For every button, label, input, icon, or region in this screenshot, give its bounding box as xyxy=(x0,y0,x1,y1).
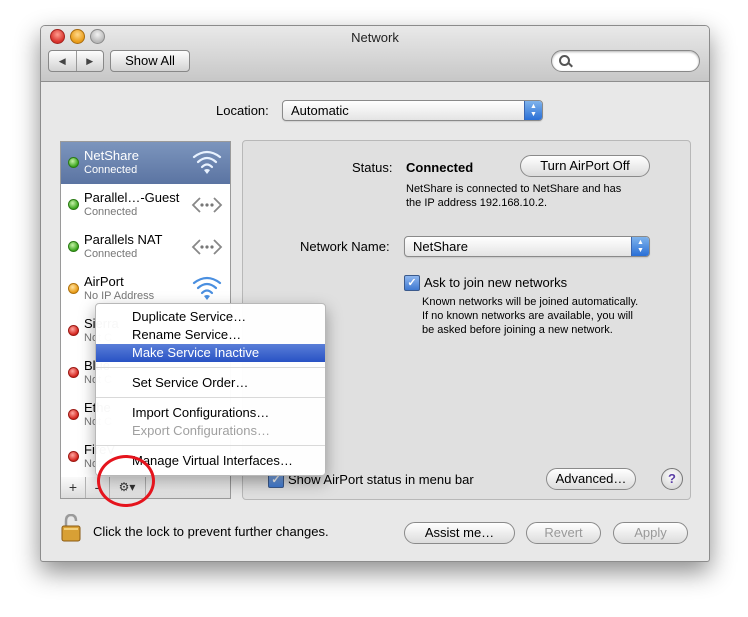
service-item-parallels-guest[interactable]: Parallel…-Guest Connected xyxy=(61,184,230,226)
wifi-icon xyxy=(192,276,222,300)
status-dot-icon xyxy=(68,157,79,168)
menu-item-set-service-order[interactable]: Set Service Order… xyxy=(96,374,325,392)
menu-item-make-service-inactive[interactable]: Make Service Inactive xyxy=(96,344,325,362)
ask-to-join-label: Ask to join new networks xyxy=(424,275,568,290)
status-description-line2: the IP address 192.168.10.2. xyxy=(406,197,548,209)
network-name-popup[interactable]: NetShare ▲ ▼ xyxy=(404,236,650,257)
back-forward-control[interactable]: ◀ ▶ xyxy=(48,50,104,72)
status-label: Status: xyxy=(352,160,393,175)
ethernet-arrows-icon xyxy=(191,197,223,213)
status-dot-icon xyxy=(68,451,79,462)
network-name-value: NetShare xyxy=(413,239,468,254)
title-bar: Network ◀ ▶ Show All xyxy=(41,26,709,82)
status-dot-icon xyxy=(68,283,79,294)
advanced-button[interactable]: Advanced… xyxy=(546,468,636,490)
add-service-button[interactable]: + xyxy=(61,477,86,498)
menu-item-export-configurations: Export Configurations… xyxy=(132,423,271,438)
service-name: NetShare xyxy=(84,148,139,163)
menu-item-rename-service[interactable]: Rename Service… xyxy=(96,326,325,344)
service-item-netshare[interactable]: NetShare Connected xyxy=(61,142,230,184)
search-field[interactable] xyxy=(551,50,700,72)
revert-button[interactable]: Revert xyxy=(526,522,601,544)
window-title: Network xyxy=(351,30,399,45)
service-status: Connected xyxy=(84,248,138,260)
status-value: Connected xyxy=(406,160,474,175)
lock-message: Click the lock to prevent further change… xyxy=(93,524,329,539)
back-arrow-icon[interactable]: ◀ xyxy=(49,51,77,71)
status-description-line1: NetShare is connected to NetShare and ha… xyxy=(406,183,622,195)
service-status: Connected xyxy=(84,206,138,218)
apply-button[interactable]: Apply xyxy=(613,522,688,544)
status-dot-icon xyxy=(68,409,79,420)
service-name: Parallels NAT xyxy=(84,232,163,247)
location-label: Location: xyxy=(216,103,269,118)
ask-join-description-line2: If no known networks are available, you … xyxy=(422,310,633,322)
popup-arrows-icon: ▲ ▼ xyxy=(524,101,542,120)
status-dot-icon xyxy=(68,325,79,336)
annotation-circle xyxy=(97,455,155,507)
menu-separator xyxy=(96,397,325,398)
service-status: Connected xyxy=(84,164,138,176)
location-popup[interactable]: Automatic ▲ ▼ xyxy=(282,100,543,121)
service-name: AirPort xyxy=(84,274,124,289)
popup-arrows-icon: ▲ ▼ xyxy=(631,237,649,256)
menu-item-duplicate-service[interactable]: Duplicate Service… xyxy=(96,308,325,326)
status-dot-icon xyxy=(68,199,79,210)
turn-airport-off-button[interactable]: Turn AirPort Off xyxy=(520,155,650,177)
status-dot-icon xyxy=(68,367,79,378)
ask-join-description-line1: Known networks will be joined automatica… xyxy=(422,296,639,308)
menu-separator xyxy=(96,367,325,368)
wifi-icon xyxy=(192,150,222,174)
search-icon xyxy=(559,55,570,66)
menu-separator xyxy=(96,445,325,446)
network-name-label: Network Name: xyxy=(300,239,390,254)
assist-me-button[interactable]: Assist me… xyxy=(404,522,515,544)
status-dot-icon xyxy=(68,241,79,252)
menu-item-import-configurations[interactable]: Import Configurations… xyxy=(96,404,325,422)
service-name: Parallel…-Guest xyxy=(84,190,180,205)
ethernet-arrows-icon xyxy=(191,239,223,255)
forward-arrow-icon[interactable]: ▶ xyxy=(77,51,104,71)
ask-join-description-line3: be asked before joining a new network. xyxy=(422,324,613,336)
help-button[interactable]: ? xyxy=(661,468,683,490)
location-value: Automatic xyxy=(291,103,349,118)
service-item-parallels-nat[interactable]: Parallels NAT Connected xyxy=(61,226,230,268)
lock-icon[interactable] xyxy=(61,514,81,542)
show-all-button[interactable]: Show All xyxy=(110,50,190,72)
service-status: No IP Address xyxy=(84,290,155,302)
ask-to-join-checkbox[interactable]: ✓ xyxy=(404,275,420,291)
gear-action-menu: Duplicate Service… Rename Service… Make … xyxy=(95,303,326,476)
